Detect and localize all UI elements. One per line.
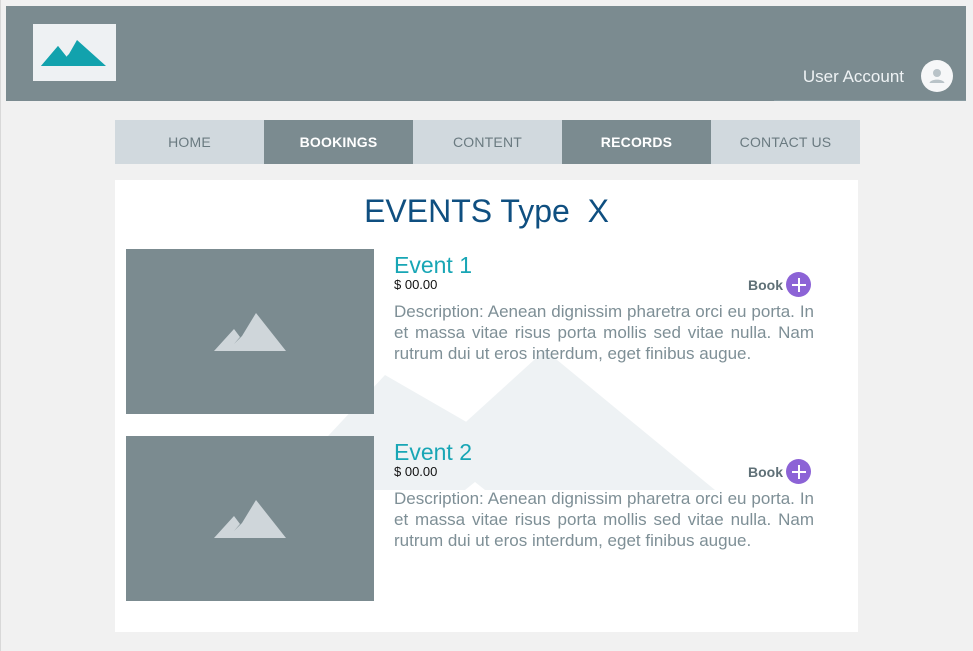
- event-image: [126, 249, 374, 414]
- image-placeholder-icon: [214, 312, 286, 351]
- user-account-label[interactable]: User Account: [803, 67, 904, 87]
- book-label[interactable]: Book: [748, 464, 783, 480]
- event-price: $ 00.00: [394, 464, 438, 479]
- nav-item-label: BOOKINGS: [299, 134, 378, 150]
- logo[interactable]: [33, 24, 116, 81]
- page-title: EVENTS Type X: [364, 193, 609, 229]
- book-add-button[interactable]: [786, 272, 811, 297]
- nav-item-content[interactable]: CONTENT: [413, 120, 562, 164]
- events-panel: EVENTS Type X Event 1 $ 00.00 Book Descr…: [115, 180, 858, 632]
- image-placeholder-icon: [214, 499, 286, 538]
- nav-item-label: HOME: [168, 134, 211, 150]
- event-description: Description: Aenean dignissim pharetra o…: [394, 302, 814, 363]
- event-title[interactable]: Event 2: [394, 438, 472, 466]
- mountain-logo-icon: [41, 40, 106, 66]
- event-title[interactable]: Event 1: [394, 251, 472, 279]
- plus-icon: [791, 277, 806, 292]
- user-avatar-icon[interactable]: [921, 60, 953, 92]
- nav-item-label: CONTENT: [452, 134, 523, 150]
- book-add-button[interactable]: [786, 459, 811, 484]
- event-card-2: Event 2 $ 00.00 Book Description: Aenean…: [126, 436, 816, 601]
- event-description: Description: Aenean dignissim pharetra o…: [394, 489, 814, 550]
- nav-item-contact-us[interactable]: CONTACT US: [711, 120, 860, 164]
- top-header: User Account: [6, 6, 966, 101]
- nav-item-bookings[interactable]: BOOKINGS: [264, 120, 413, 164]
- plus-icon: [791, 464, 806, 479]
- event-card-1: Event 1 $ 00.00 Book Description: Aenean…: [126, 249, 816, 414]
- event-price: $ 00.00: [394, 277, 438, 292]
- book-label[interactable]: Book: [748, 277, 783, 293]
- app-window: User Account HOME BOOKINGS CONTENT RECOR…: [0, 0, 973, 651]
- nav-item-home[interactable]: HOME: [115, 120, 264, 164]
- main-nav: HOME BOOKINGS CONTENT RECORDS CONTACT US: [115, 120, 860, 164]
- nav-item-label: RECORDS: [600, 134, 673, 150]
- nav-item-label: CONTACT US: [739, 134, 832, 150]
- event-image: [126, 436, 374, 601]
- nav-item-records[interactable]: RECORDS: [562, 120, 711, 164]
- person-icon: [929, 69, 945, 83]
